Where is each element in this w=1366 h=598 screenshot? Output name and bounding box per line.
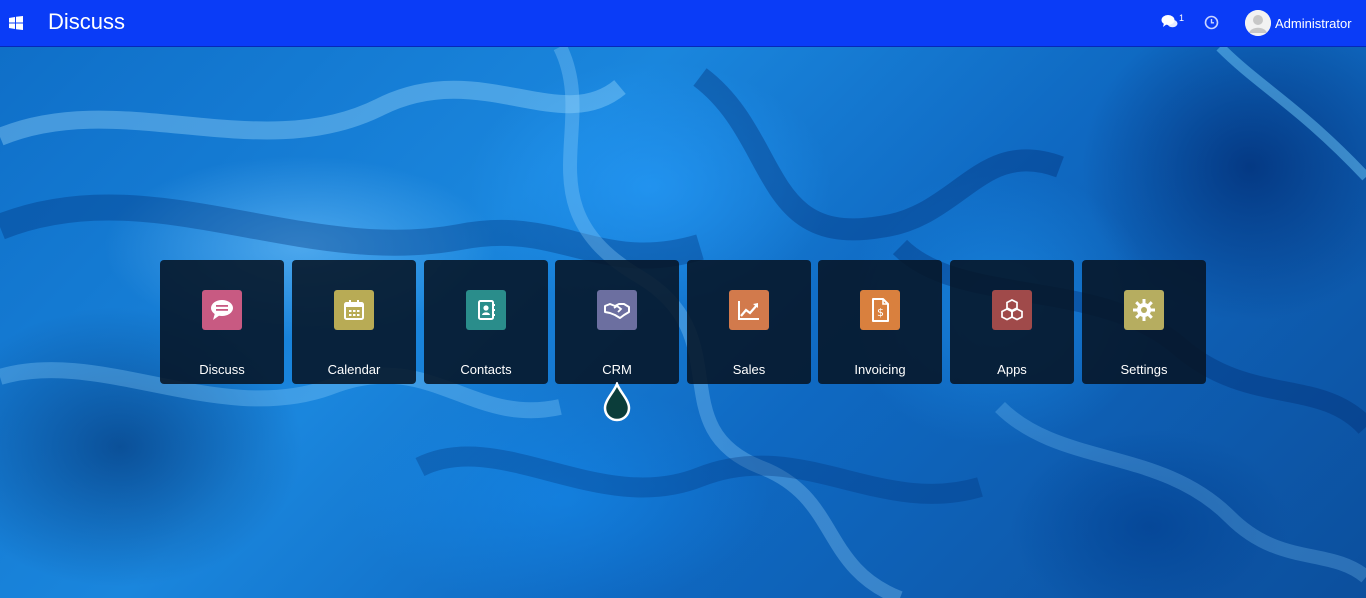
top-navbar: Discuss 1 Administrator xyxy=(0,0,1366,47)
gear-icon xyxy=(1124,290,1164,330)
chat-icon xyxy=(1161,15,1178,28)
app-tile-settings[interactable]: Settings xyxy=(1082,260,1206,384)
avatar xyxy=(1245,10,1271,36)
messages-button[interactable]: 1 xyxy=(1161,13,1185,34)
app-label: Apps xyxy=(997,362,1027,377)
app-tile-contacts[interactable]: Contacts xyxy=(424,260,548,384)
app-label: Calendar xyxy=(327,362,381,377)
svg-text:$: $ xyxy=(877,306,884,319)
user-menu[interactable]: Administrator xyxy=(1245,10,1352,36)
address-book-icon xyxy=(466,290,506,330)
app-tile-crm[interactable]: CRM xyxy=(555,260,679,384)
handshake-icon xyxy=(597,290,637,330)
messages-count-badge: 1 xyxy=(1179,13,1185,23)
cubes-icon xyxy=(992,290,1032,330)
app-title: Discuss xyxy=(48,9,126,34)
activity-clock-icon[interactable] xyxy=(1204,15,1219,30)
app-tile-calendar[interactable]: Calendar xyxy=(292,260,416,384)
mouse-cursor-icon xyxy=(602,380,632,422)
invoice-icon: $ xyxy=(860,290,900,330)
app-tile-sales[interactable]: Sales xyxy=(687,260,811,384)
app-label: Invoicing xyxy=(854,362,906,377)
chat-bubble-icon xyxy=(202,290,242,330)
app-label: Sales xyxy=(732,362,766,377)
app-label: Discuss xyxy=(199,362,245,377)
app-tile-apps[interactable]: Apps xyxy=(950,260,1074,384)
app-label: Contacts xyxy=(460,362,512,377)
calendar-icon xyxy=(334,290,374,330)
user-name: Administrator xyxy=(1275,15,1352,31)
app-menu-icon[interactable] xyxy=(9,16,23,30)
app-tile-invoicing[interactable]: $ Invoicing xyxy=(818,260,942,384)
app-tile-discuss[interactable]: Discuss xyxy=(160,260,284,384)
home-wallpaper: Discuss Calendar Contacts CRM Sales $ In… xyxy=(0,47,1366,598)
app-label: Settings xyxy=(1120,362,1168,377)
chart-line-icon xyxy=(729,290,769,330)
app-label: CRM xyxy=(602,362,632,377)
